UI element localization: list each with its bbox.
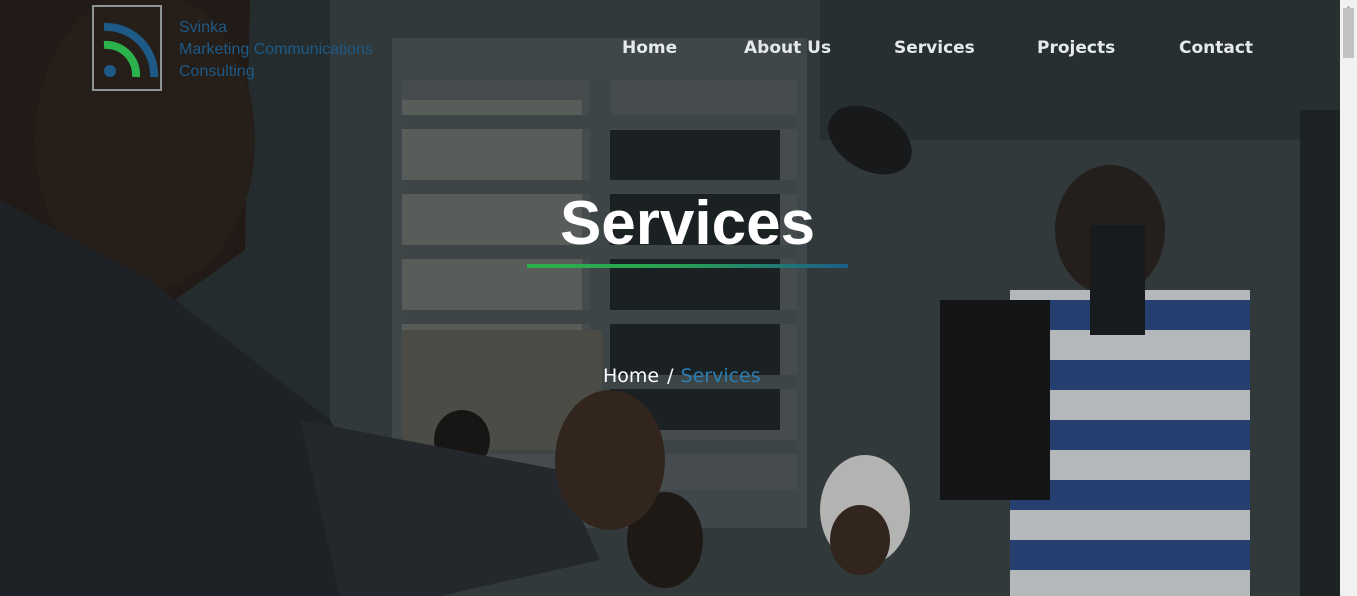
brand-name-line-2: Marketing Communications (179, 41, 373, 58)
page-title: Services (559, 189, 816, 258)
brand-name[interactable]: Svinka Marketing Communications Consulti… (179, 17, 373, 83)
brand-name-line-3: Consulting (179, 63, 255, 80)
nav-home-link[interactable]: Home (622, 36, 677, 60)
breadcrumb-separator: / (667, 365, 674, 387)
vertical-scrollbar[interactable] (1340, 0, 1357, 596)
nav-contact-link[interactable]: Contact (1179, 36, 1253, 60)
scrollbar-thumb[interactable] (1343, 8, 1354, 58)
hero-banner (0, 0, 1340, 596)
page: Svinka Marketing Communications Consulti… (0, 0, 1357, 596)
hero-dark-overlay (0, 0, 1340, 596)
nav-about-us-link[interactable]: About Us (744, 36, 831, 60)
breadcrumb: Home / Services (603, 363, 761, 389)
signal-arc-icon (103, 22, 158, 78)
brand-name-line-1: Svinka (179, 19, 228, 36)
breadcrumb-current: Services (680, 365, 761, 387)
brand-logo[interactable] (92, 5, 162, 91)
nav-projects-link[interactable]: Projects (1037, 36, 1115, 60)
title-underline (527, 264, 848, 268)
nav-services-link[interactable]: Services (894, 36, 975, 60)
breadcrumb-home-link[interactable]: Home (603, 365, 659, 387)
